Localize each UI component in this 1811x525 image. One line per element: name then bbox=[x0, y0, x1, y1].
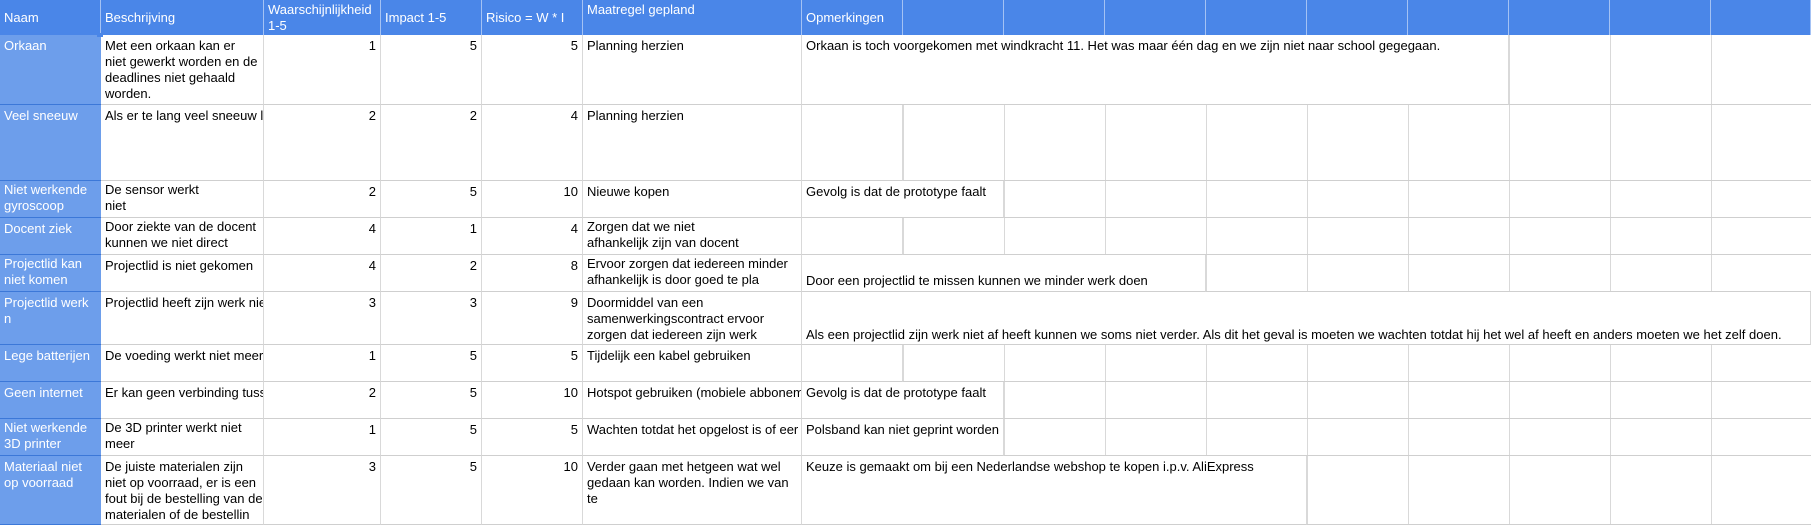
row-description[interactable]: De juiste materialen zijn niet op voorra… bbox=[101, 456, 264, 525]
row-impact[interactable]: 5 bbox=[381, 382, 482, 419]
row-impact[interactable]: 5 bbox=[381, 419, 482, 456]
row-likelihood[interactable]: 3 bbox=[264, 456, 381, 525]
header-empty-col[interactable] bbox=[1408, 0, 1509, 35]
column-divider bbox=[1509, 35, 1510, 525]
header-empty-col[interactable] bbox=[1004, 0, 1105, 35]
row-name[interactable]: Materiaal niet op voorraad bbox=[0, 456, 101, 525]
row-risk[interactable]: 8 bbox=[482, 255, 583, 292]
row-description[interactable]: De 3D printer werkt niet meer bbox=[101, 419, 264, 456]
row-risk[interactable]: 5 bbox=[482, 419, 583, 456]
row-impact[interactable]: 5 bbox=[381, 35, 482, 105]
row-measure[interactable]: Nieuwe kopen bbox=[583, 181, 802, 218]
row-risk[interactable]: 9 bbox=[482, 292, 583, 345]
row-name[interactable]: Docent ziek bbox=[0, 218, 101, 255]
row-remark[interactable]: Gevolg is dat de prototype faalt bbox=[802, 181, 1004, 218]
row-remark[interactable]: Gevolg is dat de prototype faalt bbox=[802, 382, 1004, 419]
row-likelihood[interactable]: 3 bbox=[264, 292, 381, 345]
row-impact[interactable]: 5 bbox=[381, 181, 482, 218]
row-risk[interactable]: 10 bbox=[482, 456, 583, 525]
column-divider bbox=[1711, 35, 1712, 525]
row-likelihood[interactable]: 2 bbox=[264, 382, 381, 419]
row-measure[interactable]: Ervoor zorgen dat iedereen minder afhank… bbox=[583, 255, 802, 292]
row-name[interactable]: Lege batterijen bbox=[0, 345, 101, 382]
row-description[interactable]: Door ziekte van de docent kunnen we niet… bbox=[101, 218, 264, 255]
row-remark[interactable] bbox=[802, 218, 903, 255]
row-measure[interactable]: Hotspot gebruiken (mobiele abbonem bbox=[583, 382, 802, 419]
row-remark[interactable]: Door een projectlid te missen kunnen we … bbox=[802, 255, 1206, 292]
row-risk[interactable]: 4 bbox=[482, 218, 583, 255]
row-measure[interactable]: Zorgen dat we niet afhankelijk zijn van … bbox=[583, 218, 802, 255]
row-name[interactable]: Veel sneeuw bbox=[0, 105, 101, 181]
header-risico[interactable]: Risico = W * I bbox=[482, 0, 583, 35]
row-likelihood[interactable]: 4 bbox=[264, 218, 381, 255]
row-measure[interactable]: Planning herzien bbox=[583, 105, 802, 181]
header-empty-col[interactable] bbox=[1206, 0, 1307, 35]
row-likelihood[interactable]: 1 bbox=[264, 419, 381, 456]
row-risk[interactable]: 5 bbox=[482, 345, 583, 382]
row-risk[interactable]: 4 bbox=[482, 105, 583, 181]
selection-handle[interactable] bbox=[97, 33, 103, 37]
row-measure[interactable]: Tijdelijk een kabel gebruiken bbox=[583, 345, 802, 382]
row-measure[interactable]: Verder gaan met hetgeen wat wel gedaan k… bbox=[583, 456, 802, 525]
row-likelihood[interactable]: 2 bbox=[264, 105, 381, 181]
row-impact[interactable]: 5 bbox=[381, 456, 482, 525]
row-name[interactable]: Projectlid werk n bbox=[0, 292, 101, 345]
column-divider bbox=[1307, 35, 1308, 525]
header-naam[interactable]: Naam bbox=[0, 0, 101, 35]
header-empty-col[interactable] bbox=[1711, 0, 1811, 35]
header-opmerkingen[interactable]: Opmerkingen bbox=[802, 0, 903, 35]
row-likelihood[interactable]: 2 bbox=[264, 181, 381, 218]
column-divider bbox=[1408, 35, 1409, 525]
row-measure[interactable]: Wachten totdat het opgelost is of eer bbox=[583, 419, 802, 456]
row-impact[interactable]: 3 bbox=[381, 292, 482, 345]
row-impact[interactable]: 2 bbox=[381, 105, 482, 181]
header-empty-col[interactable] bbox=[1509, 0, 1610, 35]
header-impact[interactable]: Impact 1-5 bbox=[381, 0, 482, 35]
row-description[interactable]: De sensor werkt niet bbox=[101, 181, 264, 218]
row-impact[interactable]: 5 bbox=[381, 345, 482, 382]
row-remark[interactable] bbox=[802, 105, 903, 181]
header-empty-col[interactable] bbox=[1307, 0, 1408, 35]
row-measure[interactable]: Doormiddel van een samenwerkingscontract… bbox=[583, 292, 802, 345]
row-description[interactable]: Er kan geen verbinding tuss bbox=[101, 382, 264, 419]
header-maatregel[interactable]: Maatregel gepland bbox=[583, 0, 802, 35]
row-remark[interactable]: Polsband kan niet geprint worden bbox=[802, 419, 1004, 456]
header-beschrijving[interactable]: Beschrijving bbox=[101, 0, 264, 35]
row-remark[interactable] bbox=[802, 345, 903, 382]
row-description[interactable]: Met een orkaan kan er niet gewerkt worde… bbox=[101, 35, 264, 105]
row-name[interactable]: Projectlid kan niet komen bbox=[0, 255, 101, 292]
header-empty-col[interactable] bbox=[1610, 0, 1711, 35]
header-empty-col[interactable] bbox=[1105, 0, 1206, 35]
row-measure[interactable]: Planning herzien bbox=[583, 35, 802, 105]
row-remark[interactable]: Orkaan is toch voorgekomen met windkrach… bbox=[802, 35, 1509, 105]
column-divider bbox=[1206, 35, 1207, 525]
row-risk[interactable]: 10 bbox=[482, 382, 583, 419]
header-waarschijnlijkheid[interactable]: Waarschijnlijkheid 1-5 bbox=[264, 0, 381, 35]
row-description[interactable]: Projectlid heeft zijn werk nie bbox=[101, 292, 264, 345]
row-risk[interactable]: 5 bbox=[482, 35, 583, 105]
row-name[interactable]: Niet werkende 3D printer bbox=[0, 419, 101, 456]
row-likelihood[interactable]: 4 bbox=[264, 255, 381, 292]
row-risk[interactable]: 10 bbox=[482, 181, 583, 218]
row-impact[interactable]: 1 bbox=[381, 218, 482, 255]
row-likelihood[interactable]: 1 bbox=[264, 35, 381, 105]
row-name[interactable]: Geen internet bbox=[0, 382, 101, 419]
header-empty-col[interactable] bbox=[903, 0, 1004, 35]
row-likelihood[interactable]: 1 bbox=[264, 345, 381, 382]
row-impact[interactable]: 2 bbox=[381, 255, 482, 292]
row-remark[interactable]: Keuze is gemaakt om bij een Nederlandse … bbox=[802, 456, 1307, 525]
row-description[interactable]: De voeding werkt niet meer bbox=[101, 345, 264, 382]
row-remark[interactable]: Als een projectlid zijn werk niet af hee… bbox=[802, 292, 1811, 345]
row-description[interactable]: Als er te lang veel sneeuw l bbox=[101, 105, 264, 181]
row-description[interactable]: Projectlid is niet gekomen bbox=[101, 255, 264, 292]
row-name[interactable]: Orkaan bbox=[0, 35, 101, 105]
row-name[interactable]: Niet werkende gyroscoop bbox=[0, 181, 101, 218]
column-divider bbox=[1610, 35, 1611, 525]
